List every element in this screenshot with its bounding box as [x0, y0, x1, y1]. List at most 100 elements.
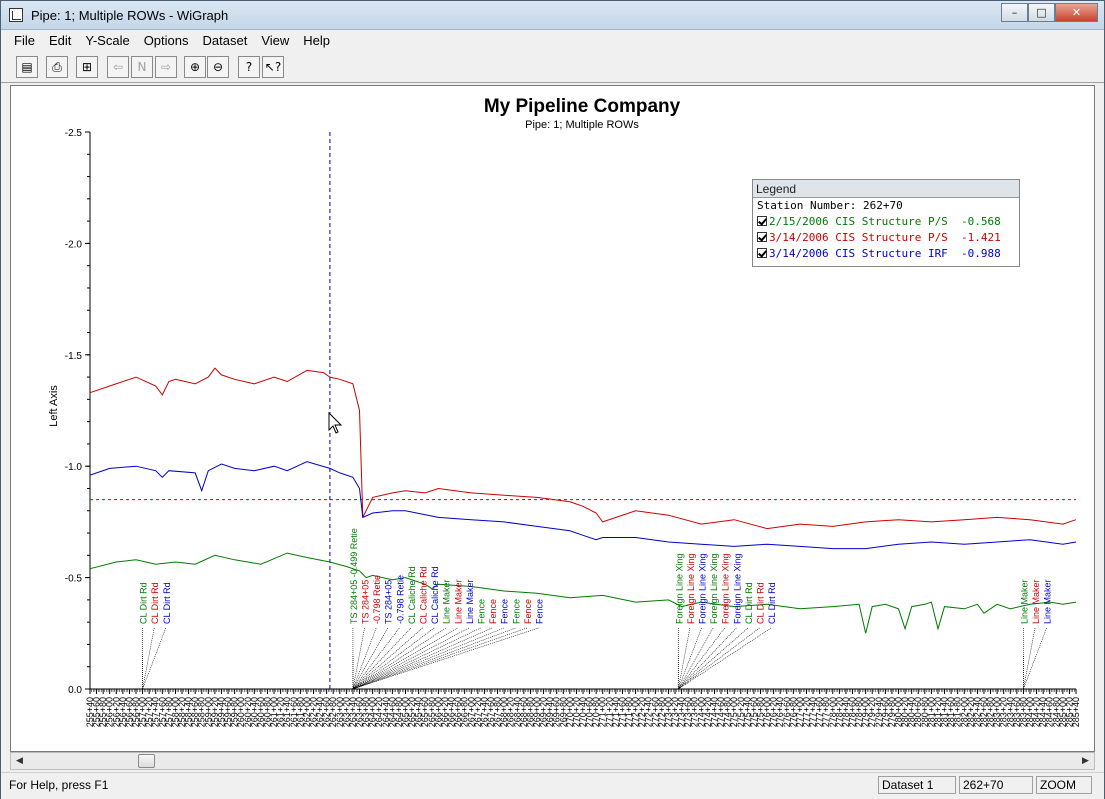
y-axis-label: Left Axis	[48, 385, 60, 427]
annotation-label: CL Dirt Rd	[756, 582, 766, 624]
annotation-leader	[678, 627, 714, 690]
menu-y-scale[interactable]: Y-Scale	[78, 33, 136, 48]
annotation-leader	[352, 627, 412, 690]
annotation-label: CL Dirt Rd	[162, 582, 172, 624]
annotation-leader	[678, 627, 702, 690]
menu-file[interactable]: File	[7, 33, 42, 48]
x-tick-label: 285+40	[1071, 697, 1081, 727]
status-mode: ZOOM	[1036, 776, 1092, 794]
annotation-leader	[1023, 627, 1047, 690]
annotation-label: CL Dirt Rd	[150, 582, 160, 624]
legend-title: Legend	[753, 180, 1019, 198]
menu-dataset[interactable]: Dataset	[196, 33, 255, 48]
legend-entry-label: 3/14/2006 CIS Structure P/S -1.421	[769, 231, 1001, 244]
menu-edit[interactable]: Edit	[42, 33, 78, 48]
app-icon[interactable]	[9, 8, 23, 22]
menu-view[interactable]: View	[254, 33, 296, 48]
annotation-leader	[352, 627, 388, 690]
legend-checkbox[interactable]	[757, 232, 767, 242]
legend-checkbox[interactable]	[757, 248, 767, 258]
annotation-label: Foreign Line Xing	[698, 553, 708, 624]
annotation-label: Line Maker	[1043, 579, 1053, 624]
annotation-leader	[142, 627, 167, 690]
clipboard-icon[interactable]: ▤	[16, 56, 38, 78]
export-icon[interactable]: ⊞	[76, 56, 98, 78]
annotation-leader	[678, 627, 725, 690]
y-tick-label: -2.5	[65, 128, 83, 139]
status-bar: For Help, press F1 Dataset 1 262+70 ZOOM	[1, 772, 1104, 799]
zoom-out-icon[interactable]: ⊖	[207, 56, 229, 78]
mouse-pointer-icon	[328, 411, 343, 434]
annotation-label: Foreign Line Xing	[686, 553, 696, 624]
annotation-label: Fence	[523, 599, 533, 624]
annotation-label: CL Caliche Rd	[430, 566, 440, 624]
annotation-leader	[352, 627, 400, 690]
annotation-leader	[352, 627, 493, 690]
nth-icon[interactable]: N	[131, 56, 153, 78]
series-line	[89, 461, 1077, 550]
legend-entry-label: 2/15/2006 CIS Structure P/S -0.568	[769, 215, 1001, 228]
help-icon[interactable]: ?	[238, 56, 260, 78]
annotation-label: Line Maker	[453, 579, 463, 624]
annotation-label: Fence	[535, 599, 545, 624]
horizontal-scrollbar[interactable]: ◀ ▶	[10, 752, 1095, 770]
print-icon[interactable]: ⎙	[46, 56, 68, 78]
legend-station: Station Number: 262+70	[757, 199, 903, 212]
menu-help[interactable]: Help	[296, 33, 337, 48]
annotation-leader	[352, 627, 446, 690]
context-help-icon[interactable]: ↖?	[262, 56, 284, 78]
status-help-text: For Help, press F1	[9, 778, 109, 792]
legend-entry-label: 3/14/2006 CIS Structure IRF -0.988	[769, 247, 1001, 260]
annotation-label: Line Maker	[442, 579, 452, 624]
annotation-label: TS 284+05 -0.499 Retie	[349, 528, 359, 624]
app-window: Pipe: 1; Multiple ROWs - WiGraph – □ ✕ F…	[0, 0, 1105, 799]
annotation-leader	[678, 627, 760, 690]
toolbar: ▤ ⎙ ⊞ ⇦ N ⇨ ⊕ ⊖ ? ↖?	[1, 51, 1104, 83]
annotation-leader	[678, 627, 772, 690]
annotation-label: Foreign Line Xing	[674, 553, 684, 624]
scroll-thumb[interactable]	[138, 754, 155, 768]
status-dataset: Dataset 1	[878, 776, 956, 794]
legend-entry[interactable]: 3/14/2006 CIS Structure P/S -1.421	[753, 230, 1019, 246]
legend-entry[interactable]: 3/14/2006 CIS Structure IRF -0.988	[753, 246, 1019, 262]
scroll-right-icon[interactable]: ▶	[1077, 753, 1094, 769]
y-tick-label: -1.5	[65, 351, 83, 362]
window-title: Pipe: 1; Multiple ROWs - WiGraph	[31, 8, 229, 23]
annotation-label: CL Caliche Rd	[407, 566, 417, 624]
scroll-left-icon[interactable]: ◀	[11, 753, 28, 769]
maximize-button[interactable]: □	[1028, 3, 1055, 22]
annotation-label: Foreign Line Xing	[721, 553, 731, 624]
annotation-label: CL Dirt Rd	[744, 582, 754, 624]
annotation-leader	[352, 627, 516, 690]
legend[interactable]: Legend Station Number: 262+70 2/15/2006 …	[752, 179, 1020, 267]
legend-entry[interactable]: 2/15/2006 CIS Structure P/S -0.568	[753, 214, 1019, 230]
annotation-leader	[352, 627, 528, 690]
zoom-in-icon[interactable]: ⊕	[184, 56, 206, 78]
status-station: 262+70	[959, 776, 1033, 794]
title-bar[interactable]: Pipe: 1; Multiple ROWs - WiGraph – □ ✕	[1, 1, 1104, 30]
annotation-leader	[352, 627, 365, 690]
y-tick-label: -1.0	[65, 462, 83, 473]
close-button[interactable]: ✕	[1055, 3, 1098, 22]
annotation-leader	[352, 627, 504, 690]
series-line	[89, 552, 1077, 634]
prev-icon[interactable]: ⇦	[107, 56, 129, 78]
annotation-leader	[352, 627, 458, 690]
annotation-label: -0.798 Retie	[395, 575, 405, 624]
legend-checkbox[interactable]	[757, 216, 767, 226]
annotation-leader	[352, 627, 539, 690]
chart-title: My Pipeline Company	[484, 96, 681, 117]
next-icon[interactable]: ⇨	[155, 56, 177, 78]
annotation-label: Fence	[488, 599, 498, 624]
annotation-leader	[352, 627, 423, 690]
annotation-leader	[1023, 627, 1036, 690]
y-tick-label: -0.5	[65, 574, 83, 585]
y-tick-label: 0.0	[68, 685, 82, 696]
plot-area[interactable]: My Pipeline Company Pipe: 1; Multiple ROW…	[10, 85, 1095, 752]
annotation-label: Fence	[511, 599, 521, 624]
annotation-leader	[352, 627, 470, 690]
minimize-button[interactable]: –	[1001, 3, 1028, 22]
annotation-leader	[142, 627, 155, 690]
menu-options[interactable]: Options	[137, 33, 196, 48]
annotation-label: Fence	[500, 599, 510, 624]
